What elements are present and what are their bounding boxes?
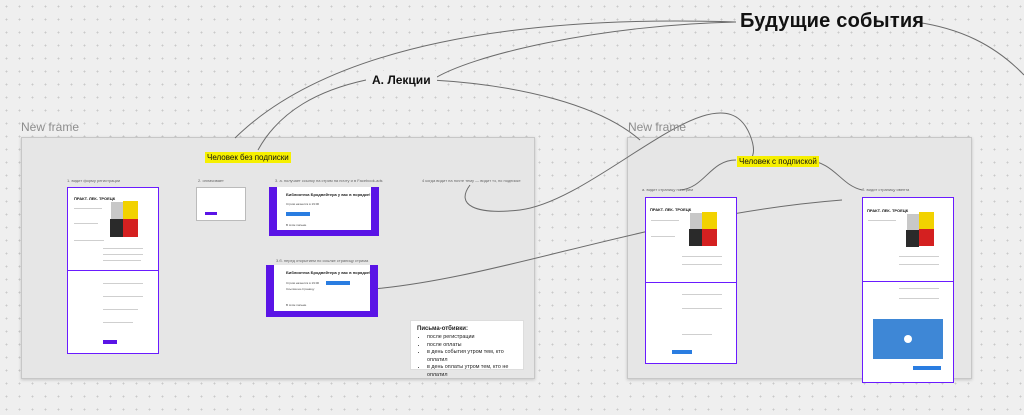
emails-note[interactable]: Письма-отбивки: после регистрации после … [410,320,524,378]
step-label: 1. видит форму регистрации [67,178,121,183]
connector-title-to-topic [431,21,737,81]
highlight-with-subscription[interactable]: Человек с подпиской [737,156,819,167]
step-label: 2. оплачивает [198,178,224,183]
step-label: 3. а. получает ссылку на стрим на почту … [275,178,383,183]
mail-title: Библиотека Бродвейтера у вас в порядке! [286,270,371,275]
play-icon[interactable] [904,335,912,343]
topic-node[interactable]: А. Лекции [366,71,437,89]
step-label: 3.б. перед открытием по ссылке страницу … [276,258,369,263]
connector-title-to-right-edge [914,21,1024,76]
payment-card[interactable] [196,187,246,221]
mail-card-top[interactable]: Библиотека Бродвейтера у вас в порядке! … [269,187,379,236]
connector-topic-to-frame-right [431,79,641,141]
event-page-screenshot[interactable]: ПРАКТ. ЛЕК. ТРОЕЦК [862,197,954,383]
note-item: в день оплаты утром тем, кто не оплатил [427,364,517,379]
mail-title: Библиотека Бродвейтера у вас в порядке! [286,192,371,197]
note-item: в день события утром тем, кто оплатил [427,349,517,364]
note-title: Письма-отбивки: [417,326,468,332]
note-item: после регистрации [427,334,517,342]
mail-card-bottom[interactable]: Библиотека Бродвейтера у вас в порядке! … [266,265,378,317]
stream-page-screenshot[interactable]: ПРАКТ. ЛЕК. ТРОЕЦК [645,197,737,364]
frame-label-right[interactable]: New frame [628,120,686,134]
step-label: а. видит страницу по стрим [642,187,693,192]
step-label: б. видит страницу ивента [862,187,910,192]
step-label: 4 когда видит на почте тему — видит тз, … [422,178,521,183]
board-title[interactable]: Будущие события [740,10,924,33]
highlight-no-subscription[interactable]: Человек без подписки [205,152,291,163]
registration-page-screenshot[interactable]: ПРАКТ. ЛЕК. ТРОЕЦК [67,187,159,354]
note-item: после оплаты [427,342,517,350]
frame-label-left[interactable]: New frame [21,120,79,134]
